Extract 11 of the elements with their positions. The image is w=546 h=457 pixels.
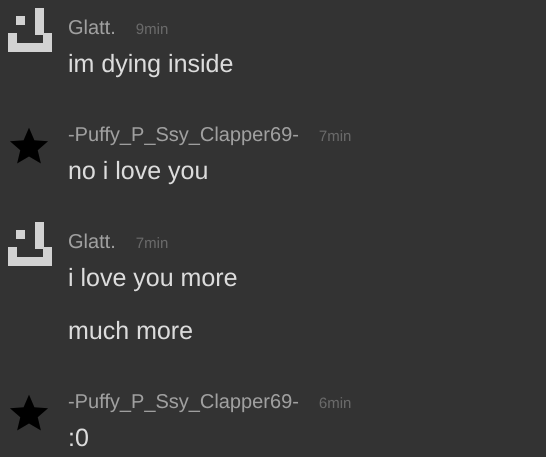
pixel-face-icon	[8, 222, 52, 266]
author-name: -Puffy_P_Ssy_Clapper69-	[68, 390, 299, 414]
pixel-face-icon	[8, 8, 52, 52]
message-text: :0	[68, 423, 90, 453]
author-name: Glatt.	[68, 230, 116, 254]
message-text: i love you more	[68, 263, 238, 293]
author-name: Glatt.	[68, 16, 116, 40]
message-text: much more	[68, 316, 194, 346]
author-name: -Puffy_P_Ssy_Clapper69-	[68, 123, 299, 147]
message-text: im dying inside	[68, 49, 234, 79]
message-text: no i love you	[68, 156, 210, 186]
